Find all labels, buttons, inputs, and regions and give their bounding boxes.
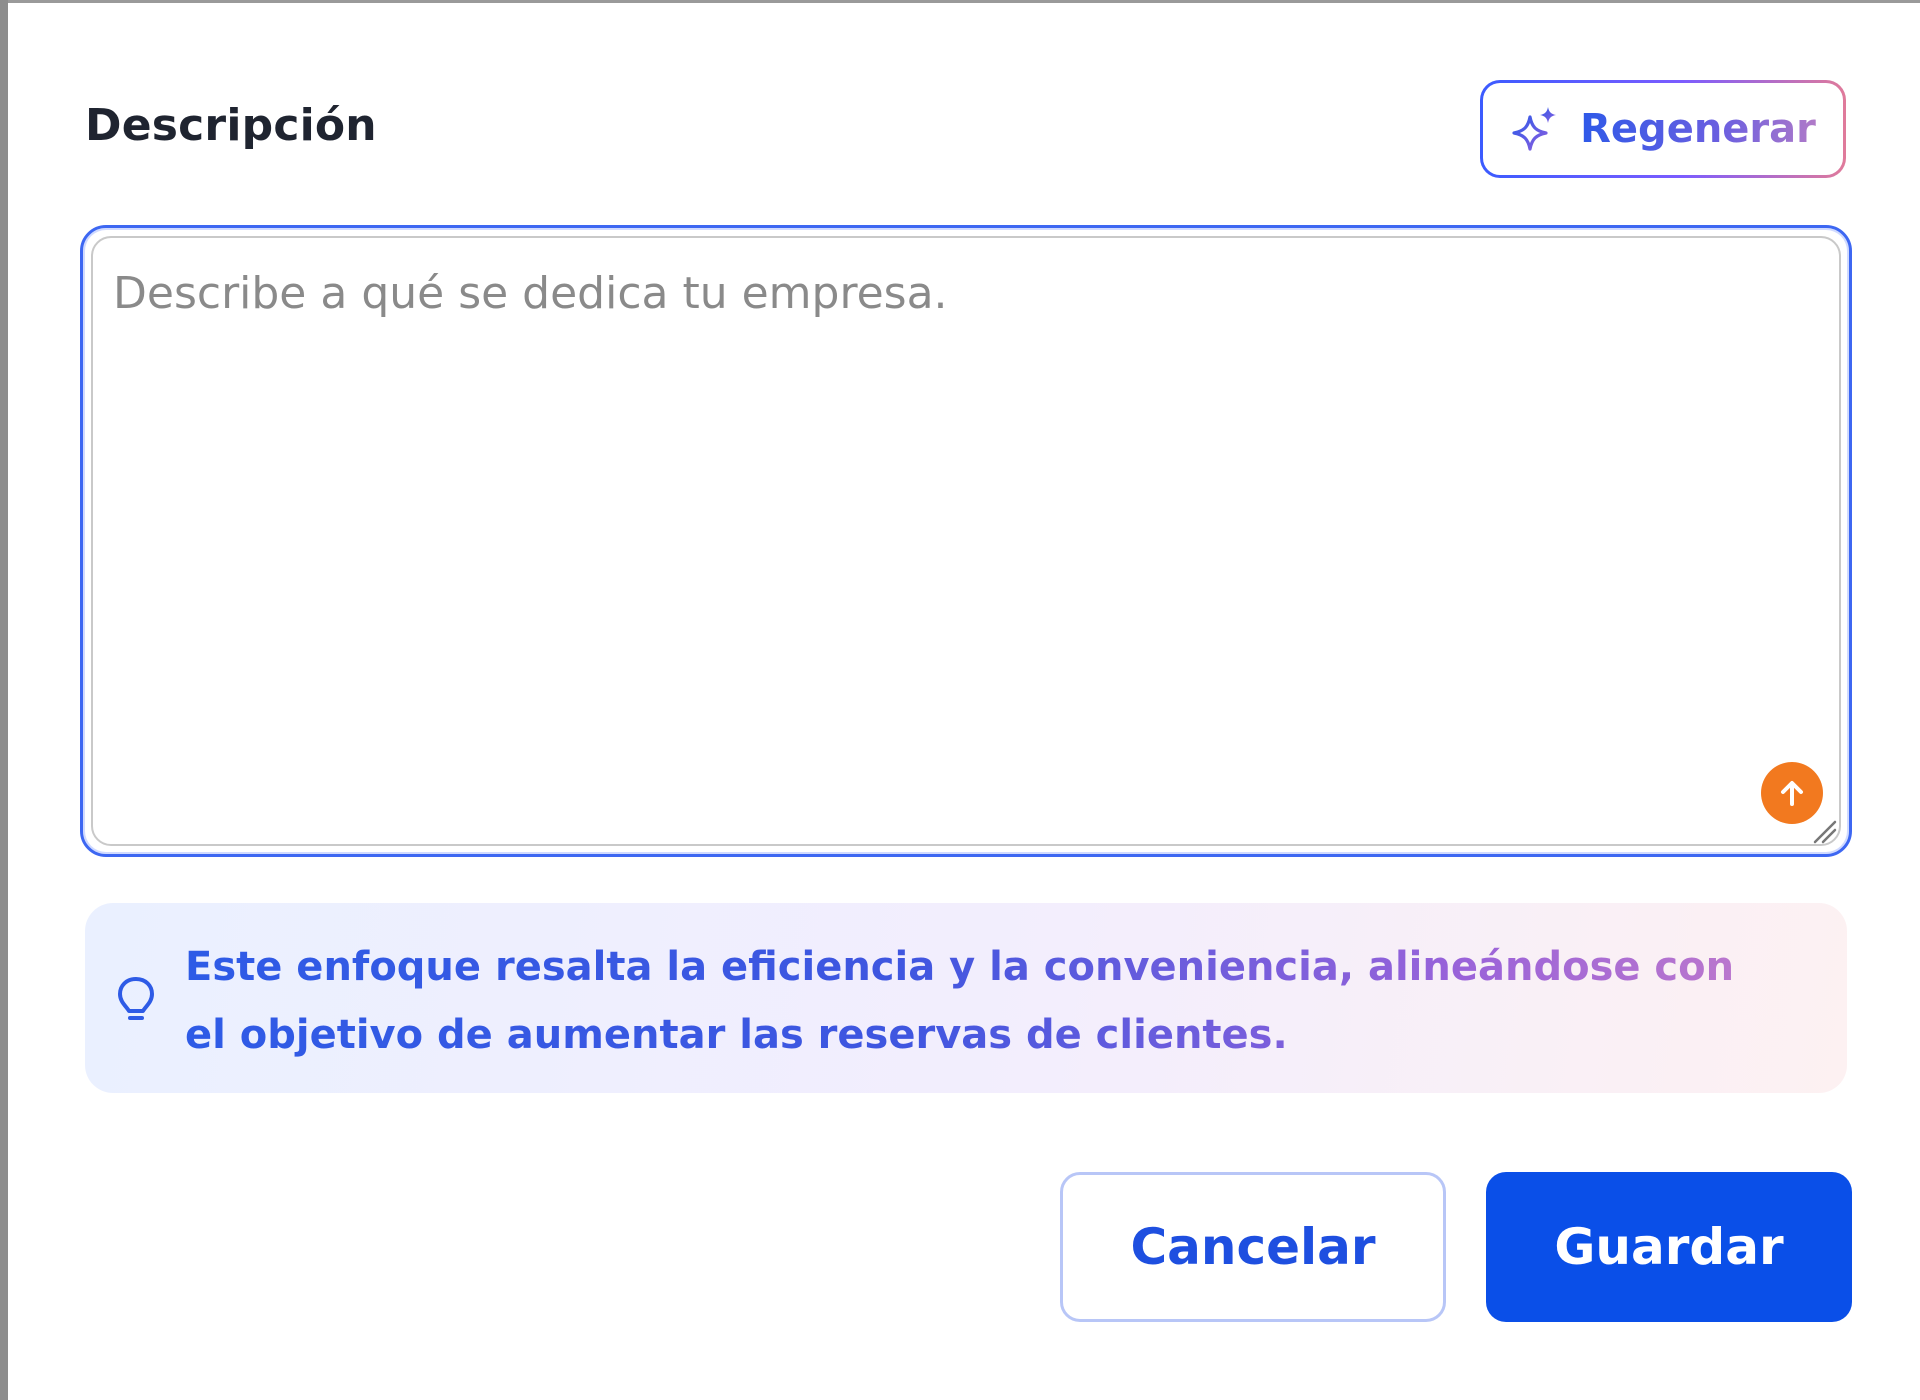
ai-tip-box: Este enfoque resalta la eficiencia y la … (85, 903, 1847, 1093)
regenerate-button-label: Regenerar (1580, 106, 1816, 152)
window-top-edge (0, 0, 1920, 3)
description-input[interactable] (113, 268, 1713, 768)
ai-tip-text: Este enfoque resalta la eficiencia y la … (185, 933, 1785, 1069)
lightbulb-icon (118, 977, 154, 1020)
cancel-button[interactable]: Cancelar (1060, 1172, 1446, 1322)
resize-handle-icon[interactable] (1809, 816, 1839, 846)
arrow-up-icon (1781, 781, 1803, 806)
description-field-container (80, 225, 1852, 857)
section-title: Descripción (85, 100, 377, 151)
window-left-edge (0, 0, 8, 1400)
regenerate-button[interactable]: Regenerar (1480, 80, 1846, 178)
save-button[interactable]: Guardar (1486, 1172, 1852, 1322)
description-dialog: Descripción Regenerar Describe a qué se … (0, 0, 1920, 1400)
sparkle-icon (1512, 107, 1557, 151)
arrow-up-circle-icon[interactable] (1761, 762, 1823, 824)
